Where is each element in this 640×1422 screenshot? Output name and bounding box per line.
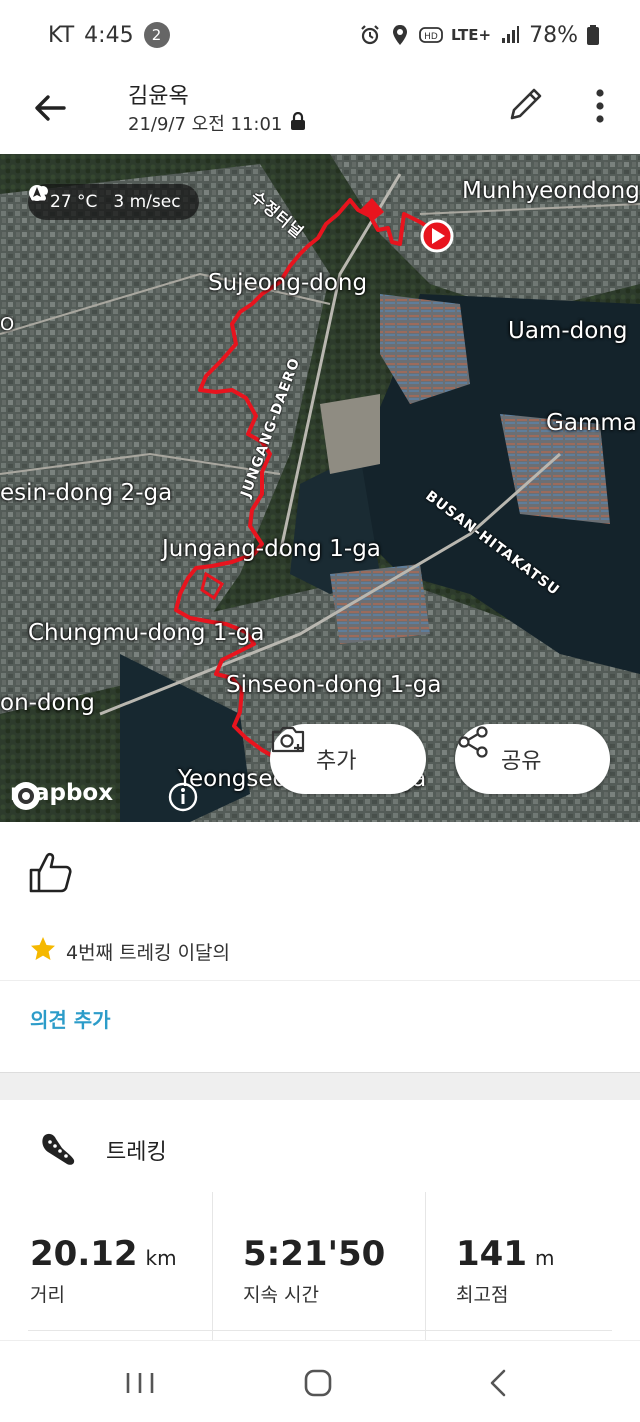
svg-text:HD: HD [424,32,438,42]
carrier-label: KT [48,22,75,48]
notification-count-badge: 2 [143,22,170,48]
share-label: 공유 [501,749,542,774]
back-arrow-icon[interactable] [30,88,70,128]
stat-bottom-divider [28,1330,612,1331]
map-label-munhyeondong: Munhyeondong [462,178,640,204]
section-separator [0,1072,640,1100]
home-icon[interactable] [298,1363,338,1403]
achievement-text: 4번째 트레킹 이달의 [66,942,231,964]
workout-datetime: 21/9/7 오전 11:01 [128,114,283,135]
star-icon [30,936,56,967]
route-map[interactable]: 27 °C 3 m/sec Munhyeondong Sujeong-dong … [0,154,640,822]
distance-value: 20.12 [30,1234,138,1274]
wind-speed: 3 m/sec [113,192,181,212]
edit-pencil-icon[interactable] [506,84,546,124]
achievement-row: 4번째 트레킹 이달의 [30,936,230,967]
duration-label: 지속 시간 [243,1284,319,1306]
user-name: 김윤옥 [128,84,189,109]
share-button[interactable]: 공유 [455,724,610,794]
hd-voice-icon: HD [419,24,443,46]
altitude-value: 141 [456,1234,527,1274]
workout-type: 트레킹 [106,1140,167,1165]
workout-datetime-row: 21/9/7 오전 11:01 [128,110,306,136]
map-label-gamman: Gamma [546,410,637,436]
trekking-shoe-icon [38,1130,78,1170]
map-label-choryang: esin-dong 2-ga [0,480,173,506]
battery-icon [586,24,600,46]
duration-value: 5:21'50 [243,1234,386,1274]
back-nav-icon[interactable] [478,1363,518,1403]
altitude-unit: m [534,1246,555,1270]
map-label-left-edge: O [0,314,15,335]
app-header: 김윤옥 21/9/7 오전 11:01 [0,70,640,154]
signal-icon [499,24,521,46]
thumbs-up-icon[interactable] [28,850,72,894]
stat-separator [425,1192,426,1340]
location-icon [389,24,411,46]
map-label-sinseon: Sinseon-dong 1-ga [226,672,442,698]
map-label-sujeong: Sujeong-dong [208,270,368,296]
system-nav-bar [0,1340,640,1422]
network-type-label: LTE+ [450,26,492,44]
divider [0,980,640,981]
workout-summary: 트레킹 20.12 km 거리 5:21'50 지속 시간 141 m 최고점 [0,1100,640,1340]
distance-label: 거리 [30,1284,65,1306]
stat-duration: 5:21'50 지속 시간 [243,1234,393,1307]
altitude-label: 최고점 [456,1284,509,1306]
map-label-nam: on-dong [0,690,95,716]
map-label-jungang: Jungang-dong 1-ga [162,536,381,562]
add-photo-button[interactable]: 추가 [270,724,426,794]
add-photo-label: 추가 [316,749,357,774]
more-options-icon[interactable] [584,86,616,126]
alarm-icon [359,24,381,46]
stat-max-altitude: 141 m 최고점 [456,1234,554,1307]
distance-unit: km [145,1246,177,1270]
battery-percent: 78% [529,22,578,48]
temperature: 27 °C [50,192,98,212]
map-info-icon[interactable] [168,782,198,812]
map-label-uam: Uam-dong [508,318,628,344]
lock-icon [290,111,306,135]
stat-distance: 20.12 km 거리 [30,1234,177,1307]
weather-chip: 27 °C 3 m/sec [28,184,199,220]
stat-separator [212,1192,213,1340]
clock: 4:45 [84,22,134,48]
map-label-chungmu: Chungmu-dong 1-ga [28,620,265,646]
recent-apps-icon[interactable] [120,1363,160,1403]
add-comment-link[interactable]: 의견 추가 [30,1004,111,1033]
mapbox-logo: mapbox [10,780,113,810]
status-bar: KT 4:45 2 HD LTE+ 78% [0,0,640,70]
social-section: 4번째 트레킹 이달의 의견 추가 [0,822,640,1072]
